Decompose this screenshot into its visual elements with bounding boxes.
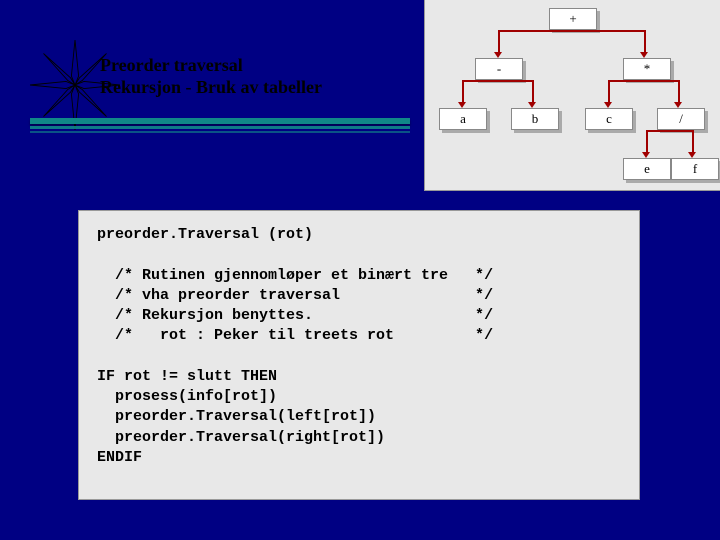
tree-node-root: + bbox=[549, 8, 597, 30]
code-line: /* Rutinen gjennomløper et binært tre */ bbox=[97, 267, 493, 284]
code-line: preorder.Traversal(left[rot]) bbox=[97, 408, 376, 425]
title-underline bbox=[30, 118, 410, 140]
code-line: IF rot != slutt THEN bbox=[97, 368, 277, 385]
tree-diagram: + - * a b c / e f bbox=[424, 0, 720, 191]
tree-node-lr: b bbox=[511, 108, 559, 130]
tree-node-rrr: f bbox=[671, 158, 719, 180]
title-line-2: Rekursjon - Bruk av tabeller bbox=[100, 77, 322, 99]
tree-node-rr: / bbox=[657, 108, 705, 130]
code-panel: preorder.Traversal (rot) /* Rutinen gjen… bbox=[78, 210, 640, 500]
code-line: ENDIF bbox=[97, 449, 142, 466]
code-line: /* Rekursjon benyttes. */ bbox=[97, 307, 493, 324]
code-line: preorder.Traversal (rot) bbox=[97, 226, 313, 243]
title-line-1: Preorder traversal bbox=[100, 55, 322, 77]
tree-node-l: - bbox=[475, 58, 523, 80]
tree-node-rrl: e bbox=[623, 158, 671, 180]
code-line: prosess(info[rot]) bbox=[97, 388, 277, 405]
tree-node-rl: c bbox=[585, 108, 633, 130]
slide-title: Preorder traversal Rekursjon - Bruk av t… bbox=[100, 55, 322, 98]
tree-node-r: * bbox=[623, 58, 671, 80]
code-line: preorder.Traversal(right[rot]) bbox=[97, 429, 385, 446]
code-line: /* rot : Peker til treets rot */ bbox=[97, 327, 493, 344]
tree-node-ll: a bbox=[439, 108, 487, 130]
code-line: /* vha preorder traversal */ bbox=[97, 287, 493, 304]
